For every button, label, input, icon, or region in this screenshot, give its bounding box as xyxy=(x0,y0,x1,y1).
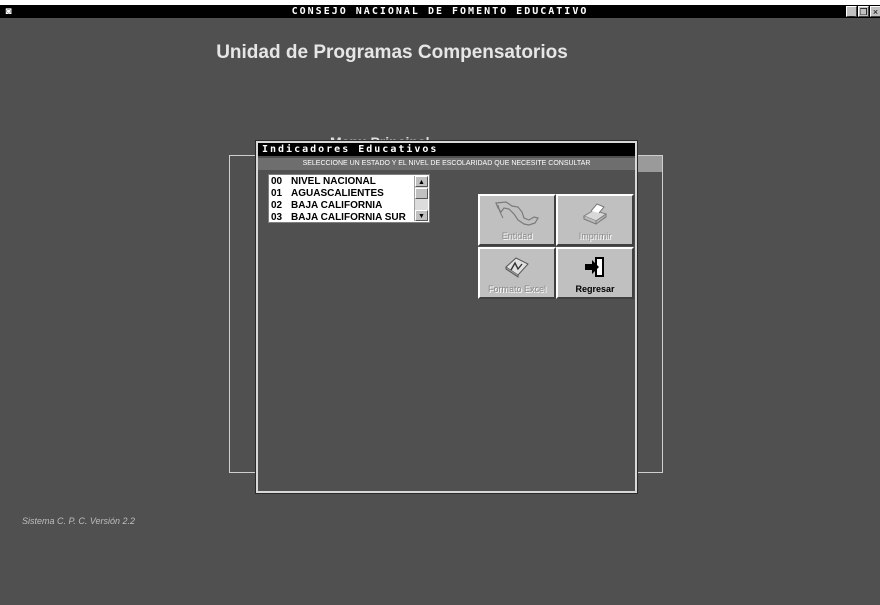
list-item-code: 01 xyxy=(271,188,283,199)
list-item-code: 03 xyxy=(271,212,283,223)
state-listbox[interactable]: 00 NIVEL NACIONAL 01 AGUASCALIENTES 02 BAJA… xyxy=(268,174,430,223)
list-item[interactable]: 01 AGUASCALIENTES xyxy=(271,188,384,200)
list-item-code: 02 xyxy=(271,200,283,211)
scroll-up-arrow-icon[interactable]: ▲ xyxy=(415,176,428,187)
window-titlebar: ◙ CONSEJO NACIONAL DE FOMENTO EDUCATIVO … xyxy=(0,5,880,18)
entidad-button[interactable]: Entidad xyxy=(478,194,556,246)
indicadores-dialog: Indicadores Educativos SELECCIONE UN EST… xyxy=(255,140,638,494)
formato-excel-button-label: Formato Excel xyxy=(487,284,547,294)
instruction-label: SELECCIONE UN ESTADO Y EL NIVEL DE ESCOL… xyxy=(258,158,635,170)
close-button[interactable]: × xyxy=(870,6,880,17)
excel-chart-icon xyxy=(480,253,554,281)
app-window: ◙ CONSEJO NACIONAL DE FOMENTO EDUCATIVO … xyxy=(0,0,880,605)
minimize-button[interactable]: _ xyxy=(846,6,857,17)
list-item[interactable]: 03 BAJA CALIFORNIA SUR xyxy=(271,212,406,223)
regresar-button-label: Regresar xyxy=(575,284,615,294)
main-menu-panel-header xyxy=(638,156,662,172)
list-item[interactable]: 02 BAJA CALIFORNIA xyxy=(271,200,382,212)
scroll-down-arrow-icon[interactable]: ▼ xyxy=(415,210,428,221)
list-item-name: NIVEL NACIONAL xyxy=(291,176,376,187)
list-item[interactable]: 00 NIVEL NACIONAL xyxy=(271,176,376,188)
list-item-code: 00 xyxy=(271,176,283,187)
formato-excel-button[interactable]: Formato Excel xyxy=(478,247,556,299)
dialog-title: Indicadores Educativos xyxy=(258,143,635,156)
main-area: Unidad de Programas Compensatorios Menu … xyxy=(0,18,880,605)
exit-door-icon xyxy=(558,253,632,281)
app-title: Unidad de Programas Compensatorios xyxy=(216,42,568,63)
printer-icon xyxy=(558,200,632,228)
window-title: CONSEJO NACIONAL DE FOMENTO EDUCATIVO xyxy=(291,6,589,17)
imprimir-button[interactable]: Imprimir xyxy=(556,194,634,246)
imprimir-button-label: Imprimir xyxy=(578,231,612,241)
scroll-thumb[interactable] xyxy=(415,188,428,199)
list-item-name: AGUASCALIENTES xyxy=(291,188,384,199)
entidad-button-label: Entidad xyxy=(501,231,533,241)
restore-button[interactable]: ❐ xyxy=(858,6,869,17)
list-item-name: BAJA CALIFORNIA SUR xyxy=(291,212,406,223)
version-label: Sistema C. P. C. Versión 2.2 xyxy=(22,516,136,526)
list-item-name: BAJA CALIFORNIA xyxy=(291,200,383,211)
regresar-button[interactable]: Regresar xyxy=(556,247,634,299)
mexico-map-icon xyxy=(480,200,554,228)
list-scrollbar[interactable]: ▲ ▼ xyxy=(414,176,428,221)
